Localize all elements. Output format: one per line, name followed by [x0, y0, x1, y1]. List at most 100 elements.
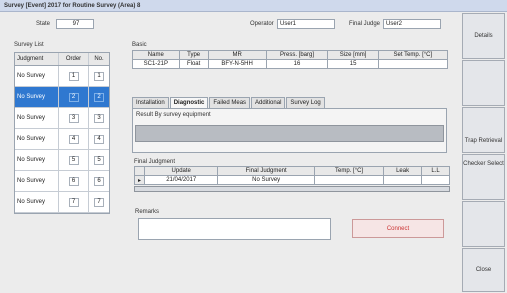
remarks-label: Remarks [135, 209, 160, 215]
basic-mr: BFY-N-5HH [207, 59, 267, 69]
list-item-order-value: 4 [68, 134, 79, 144]
list-item-no-value: 7 [94, 197, 104, 207]
table-row[interactable]: ▸ 21/04/2017 No Survey [134, 175, 451, 185]
list-item-order: 1 [59, 66, 89, 86]
fj-col-leak: Leak [383, 166, 422, 176]
operator-label: Operator [250, 21, 274, 27]
basic-size: 15 [327, 59, 379, 69]
operator-field[interactable]: User1 [277, 19, 335, 29]
list-item-judgment: No Survey [15, 171, 59, 191]
basic-type: Float [178, 59, 209, 69]
side-button-empty-1[interactable] [462, 60, 505, 106]
basic-settemp [377, 59, 449, 69]
basic-col-mr: MR [207, 50, 267, 60]
list-item-order-value: 7 [68, 197, 79, 207]
checker-select-button[interactable]: Checker Select [462, 154, 505, 200]
list-item-order: 6 [59, 171, 89, 191]
list-item-no: 5 [89, 150, 109, 170]
list-item-judgment: No Survey [15, 66, 59, 86]
list-item-judgment: No Survey [15, 108, 59, 128]
basic-col-press: Press. [barg] [265, 50, 329, 60]
column-judgment[interactable]: Judgment [15, 53, 59, 65]
result-area [135, 125, 444, 142]
list-item-no: 1 [89, 66, 109, 86]
tab-failed-meas[interactable]: Failed Meas [209, 97, 251, 108]
fj-ll [420, 175, 451, 185]
list-item-no: 6 [89, 171, 109, 191]
list-item-order-value: 6 [68, 176, 79, 186]
basic-col-settemp: Set Temp. [°C] [377, 50, 449, 60]
row-marker-icon: ▸ [134, 175, 145, 185]
list-item-order: 2 [59, 87, 89, 107]
trap-retrieval-button[interactable]: Trap Retrieval [465, 138, 502, 145]
list-item-judgment: No Survey [15, 150, 59, 170]
result-label: Result By survey equipment [136, 112, 211, 118]
list-item-order-value: 5 [68, 155, 79, 165]
list-item-order-value: 2 [68, 92, 79, 102]
side-stack: Trap Retrieval [462, 107, 505, 153]
list-item-judgment: No Survey [15, 129, 59, 149]
fj-col-judgment: Final Judgment [217, 166, 315, 176]
final-judgment-table: Update Final Judgment Temp. [°C] Leak L.… [134, 166, 451, 185]
list-item-no-value: 4 [94, 134, 104, 144]
window-title: Survey [Event] 2017 for Routine Survey (… [0, 0, 507, 12]
details-button[interactable]: Details [462, 13, 505, 59]
list-item-no-value: 6 [94, 176, 104, 186]
list-item[interactable]: No Survey 5 5 [15, 150, 109, 171]
list-item-no: 2 [89, 87, 109, 107]
final-judge-field[interactable]: User2 [383, 19, 441, 29]
basic-table: Name Type MR Press. [barg] Size [mm] Set… [132, 50, 449, 69]
list-item-no-value: 5 [94, 155, 104, 165]
list-item-order: 4 [59, 129, 89, 149]
side-button-empty-2[interactable] [462, 201, 505, 247]
list-item-order-value: 3 [68, 113, 79, 123]
state-field[interactable]: 97 [56, 19, 94, 29]
list-item-judgment: No Survey [15, 192, 59, 212]
close-button[interactable]: Close [462, 248, 505, 292]
basic-press: 16 [265, 59, 329, 69]
list-item-order: 5 [59, 150, 89, 170]
remarks-field[interactable] [138, 218, 331, 240]
fj-col-update: Update [143, 166, 219, 176]
tab-installation[interactable]: Installation [132, 97, 169, 108]
fj-temp [313, 175, 385, 185]
survey-list-label: Survey List [14, 42, 44, 48]
fj-leak [383, 175, 422, 185]
basic-col-name: Name [132, 50, 180, 60]
list-item[interactable]: No Survey 3 3 [15, 108, 109, 129]
list-item[interactable]: No Survey 2 2 [15, 87, 109, 108]
tab-additional[interactable]: Additional [251, 97, 286, 108]
fj-col-temp: Temp. [°C] [313, 166, 385, 176]
list-item-order: 7 [59, 192, 89, 212]
column-order[interactable]: Order [59, 53, 89, 65]
list-item-no-value: 3 [94, 113, 104, 123]
list-item-order-value: 1 [68, 71, 79, 81]
basic-col-size: Size [mm] [327, 50, 379, 60]
fj-col-ll: L.L [420, 166, 451, 176]
list-item[interactable]: No Survey 7 7 [15, 192, 109, 213]
list-item-order: 3 [59, 108, 89, 128]
list-item[interactable]: No Survey 6 6 [15, 171, 109, 192]
survey-list-header: Judgment Order No. [15, 53, 109, 66]
tab-bar: Installation Diagnostic Failed Meas Addi… [132, 97, 325, 108]
survey-list: Judgment Order No. No Survey 1 1 No Survey 2… [14, 52, 110, 214]
list-item-no-value: 1 [94, 71, 104, 81]
list-item[interactable]: No Survey 4 4 [15, 129, 109, 150]
connect-button[interactable]: Connect [352, 219, 444, 238]
basic-col-type: Type [178, 50, 209, 60]
list-item[interactable]: No Survey 1 1 [15, 66, 109, 87]
tab-survey-log[interactable]: Survey Log [286, 97, 325, 108]
basic-label: Basic [132, 42, 147, 48]
fj-col-marker [134, 166, 145, 176]
list-item-judgment: No Survey [15, 87, 59, 107]
final-judge-label: Final Judge [349, 21, 381, 27]
column-no[interactable]: No. [89, 53, 109, 65]
list-item-no-value: 2 [94, 92, 104, 102]
tab-diagnostic[interactable]: Diagnostic [169, 97, 209, 108]
list-item-no: 7 [89, 192, 109, 212]
final-judgment-scrollarea[interactable] [134, 186, 450, 192]
state-label: State [36, 21, 51, 27]
list-item-no: 3 [89, 108, 109, 128]
fj-update: 21/04/2017 [143, 175, 219, 185]
list-item-no: 4 [89, 129, 109, 149]
